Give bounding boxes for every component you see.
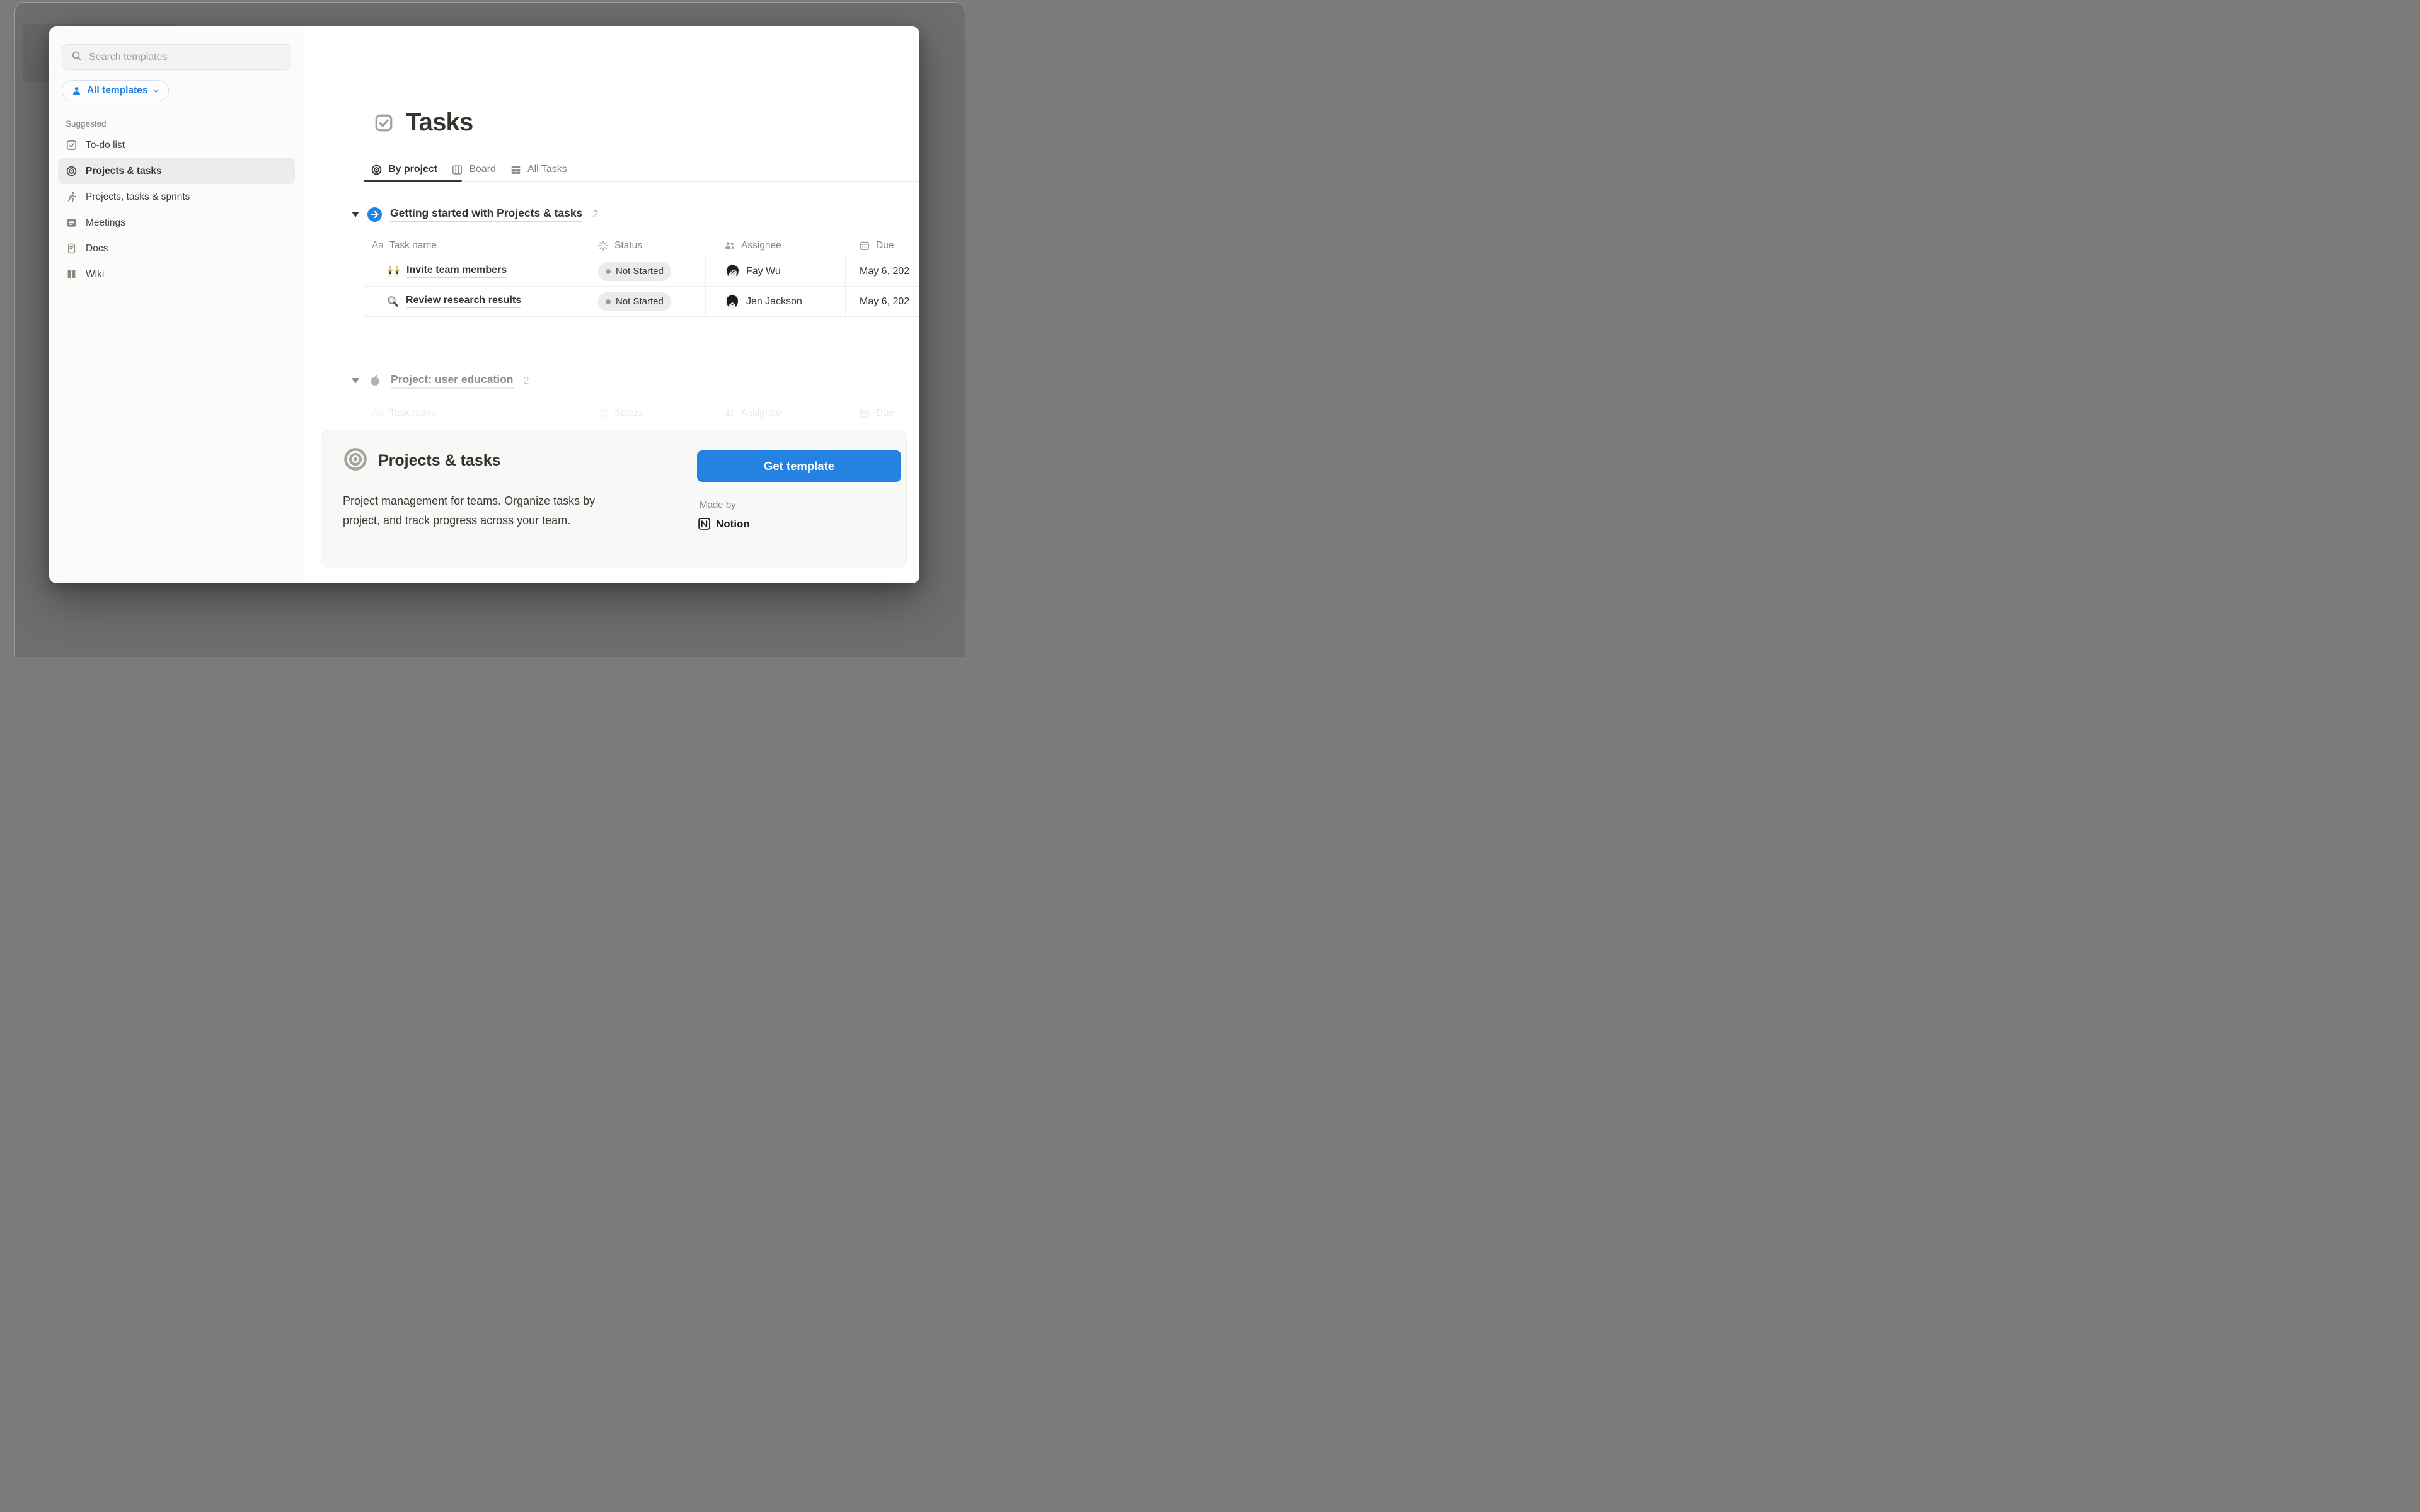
notion-logo-icon (698, 517, 711, 530)
template-title: Projects & tasks (378, 452, 501, 470)
sidebar-item-projects-tasks[interactable]: Projects & tasks (58, 158, 295, 184)
template-description: Project management for teams. Organize t… (343, 491, 671, 530)
due-date: May 6, 202 (860, 266, 909, 277)
chevron-down-icon (153, 88, 159, 94)
open-book-icon (66, 268, 78, 280)
people-icon (724, 408, 735, 419)
page-title: Tasks (406, 108, 473, 137)
sidebar-item-label: Wiki (86, 269, 104, 280)
made-by-label: Made by (700, 500, 736, 510)
search-icon (71, 50, 83, 65)
calendar-icon (859, 240, 870, 251)
task-link[interactable]: Review research results (406, 295, 521, 308)
maker-row[interactable]: Notion (698, 517, 750, 530)
collapse-toggle-icon[interactable] (352, 378, 359, 384)
search-input[interactable] (89, 52, 282, 63)
section-getting-started: Getting started with Projects & tasks 2 (352, 207, 598, 222)
tab-label: Board (469, 164, 496, 175)
column-header-due[interactable]: Due (845, 234, 919, 256)
due-date: May 6, 202 (860, 296, 909, 307)
sidebar-item-label: Meetings (86, 217, 125, 229)
sidebar-item-todo-list[interactable]: To-do list (58, 132, 295, 158)
column-header-assignee[interactable]: Assignee (705, 234, 845, 256)
search-templates-field[interactable] (62, 44, 291, 70)
status-badge: Not Started (598, 292, 671, 311)
checkbox-icon (373, 112, 395, 134)
template-info-card: Projects & tasks Project management for … (321, 430, 907, 568)
column-header-task-name[interactable]: Aa Task name (364, 234, 584, 256)
tasks-table-faded: Aa Task name Status Assignee (364, 402, 919, 424)
sidebar-item-wiki[interactable]: Wiki (58, 261, 295, 287)
magnifier-emoji-icon (386, 295, 400, 308)
spinner-icon (597, 240, 609, 251)
table-row: Review research results Not Started Jen … (364, 287, 919, 317)
status-dot-icon (606, 269, 611, 274)
text-style-icon: Aa (372, 408, 384, 419)
table-row: Invite team members Not Started Fay Wu M… (364, 256, 919, 287)
meeting-notes-icon (66, 217, 78, 229)
document-icon (66, 243, 78, 255)
section-count: 2 (592, 209, 598, 220)
target-icon (343, 447, 368, 475)
sidebar-section-label: Suggested (66, 119, 291, 129)
filter-label: All templates (87, 85, 147, 96)
section-title-link[interactable]: Getting started with Projects & tasks (390, 207, 582, 222)
sidebar-item-label: Projects & tasks (86, 166, 162, 177)
sidebar-item-label: Projects, tasks & sprints (86, 192, 190, 203)
get-template-button[interactable]: Get template (697, 450, 901, 482)
avatar-fay-wu (725, 264, 740, 279)
active-tab-underline (364, 180, 462, 182)
people-icon (724, 240, 735, 251)
target-icon (66, 165, 78, 177)
sidebar-item-label: To-do list (86, 140, 125, 151)
maker-name: Notion (716, 518, 750, 530)
all-templates-filter-button[interactable]: All templates (62, 80, 169, 101)
status-badge: Not Started (598, 262, 671, 281)
template-gallery-modal: All templates Suggested To-do list Proje… (49, 26, 919, 583)
sidebar-item-meetings[interactable]: Meetings (58, 210, 295, 236)
spinner-icon (597, 408, 609, 419)
sidebar-item-label: Docs (86, 243, 108, 255)
column-header-status[interactable]: Status (584, 234, 705, 256)
tasks-table: Aa Task name Status Assignee (364, 234, 919, 317)
section-user-education: Project: user education 2 (352, 373, 529, 389)
tab-by-project[interactable]: By project (364, 164, 444, 176)
text-style-icon: Aa (372, 240, 384, 251)
page-header: Tasks (373, 108, 473, 137)
table-grid-icon (510, 164, 522, 176)
sidebar-item-docs[interactable]: Docs (58, 236, 295, 261)
table-header-row: Aa Task name Status Assignee (364, 234, 919, 256)
sidebar-item-projects-tasks-sprints[interactable]: Projects, tasks & sprints (58, 184, 295, 210)
tab-label: All Tasks (527, 164, 567, 175)
apple-icon (367, 374, 383, 389)
assignee-name: Jen Jackson (746, 296, 802, 307)
todo-checkbox-icon (66, 139, 78, 151)
person-icon (71, 86, 82, 96)
collapse-toggle-icon[interactable] (352, 212, 359, 217)
board-columns-icon (451, 164, 463, 176)
calendar-icon (859, 408, 870, 419)
table-header-row: Aa Task name Status Assignee (364, 402, 919, 424)
target-icon (371, 164, 383, 176)
view-tabs: By project Board All Tasks (364, 156, 574, 183)
tab-board[interactable]: Board (444, 164, 503, 176)
dancers-emoji-icon (386, 265, 400, 278)
tab-label: By project (388, 164, 437, 175)
section-title-link[interactable]: Project: user education (391, 373, 514, 389)
tab-all-tasks[interactable]: All Tasks (503, 164, 574, 176)
template-preview-area: Tasks By project Board All Tasks (304, 26, 919, 583)
templates-sidebar: All templates Suggested To-do list Proje… (49, 26, 304, 583)
avatar-jen-jackson (725, 294, 740, 309)
task-link[interactable]: Invite team members (406, 265, 507, 278)
status-dot-icon (606, 299, 611, 304)
section-count: 2 (524, 375, 529, 387)
assignee-name: Fay Wu (746, 266, 781, 277)
runner-icon (66, 191, 78, 203)
arrow-circle-icon (367, 207, 382, 222)
